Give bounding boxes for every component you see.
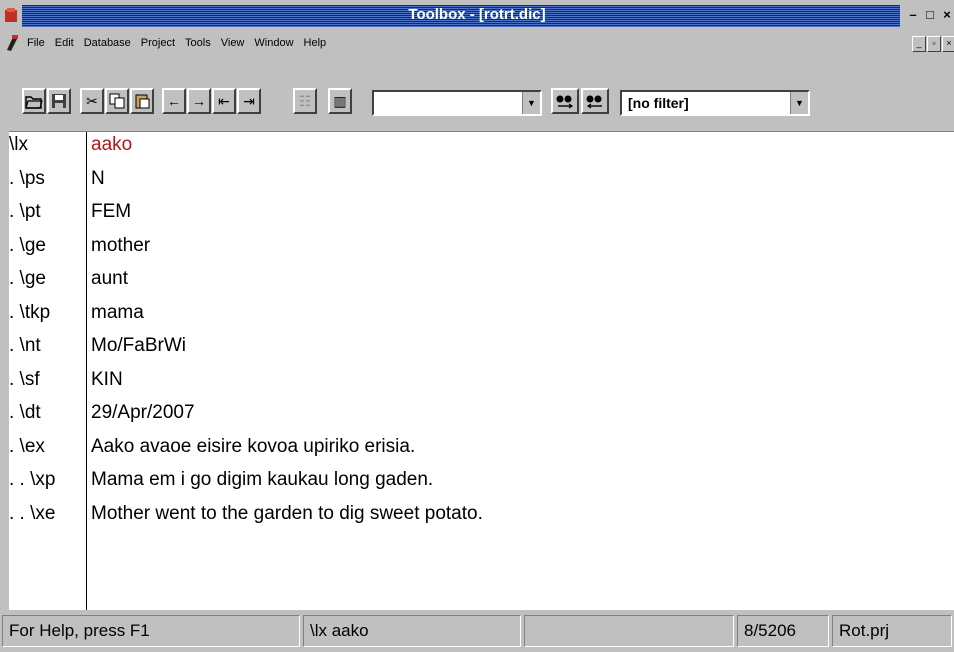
save-icon[interactable] [47,88,71,114]
status-project: Rot.prj [832,615,952,647]
field-row[interactable]: . \ge aunt [9,268,954,301]
search-combo[interactable]: ▼ [372,90,542,116]
menu-item-window[interactable]: Window [249,37,298,49]
field-row[interactable]: . \ex Aako avaoe eisire kovoa upiriko eri… [9,436,954,469]
menu-item-edit[interactable]: Edit [50,37,79,49]
field-row[interactable]: . . \xe Mother went to the garden to dig … [9,503,954,536]
find-prev-icon[interactable] [551,88,579,114]
title-bar[interactable]: Toolbox - [rotrt.dic] – □ × [0,0,954,30]
field-value[interactable]: FEM [91,201,131,223]
menu-items: File Edit Database Project Tools View Window He… [22,37,331,49]
field-marker: . \ge [9,234,46,256]
field-marker: . . \xe [9,502,56,524]
browse-view-icon[interactable]: ☷ [293,88,317,114]
doc-minimize-icon[interactable]: _ [912,36,926,52]
field-row[interactable]: . \sf KIN [9,369,954,402]
window-controls: – □ × [906,7,954,25]
doc-restore-icon[interactable]: ▫ [927,36,941,52]
field-marker: . \nt [9,335,41,356]
prev-record-icon[interactable]: ← [162,88,186,114]
field-marker: . \pt [9,201,41,222]
field-marker: \lx [9,134,28,155]
menu-item-tools[interactable]: Tools [180,37,216,49]
status-help: For Help, press F1 [2,615,300,647]
minimize-icon[interactable]: – [906,7,920,23]
record-pane[interactable]: \lx aako . \ps N . \pt FEM . \ge mother . \ge aun… [9,131,954,610]
first-record-icon[interactable]: ⇤ [212,88,236,114]
field-row[interactable]: . \pt FEM [9,201,954,234]
field-value[interactable]: KIN [91,369,123,391]
document-window-controls: _ ▫ × [912,36,954,52]
chevron-down-icon[interactable]: ▼ [790,92,808,114]
menu-item-view[interactable]: View [216,37,250,49]
last-record-icon[interactable]: ⇥ [237,88,261,114]
field-marker: . \dt [9,402,41,423]
menu-item-help[interactable]: Help [299,37,332,49]
doc-close-icon[interactable]: × [942,36,954,52]
field-value[interactable]: mama [91,302,144,324]
field-marker: . \ps [9,167,45,189]
copy-icon[interactable] [105,88,129,114]
field-value[interactable]: Mother went to the garden to dig sweet p… [91,503,483,525]
filter-combo[interactable]: [no filter] ▼ [620,90,810,116]
status-record-position: 8/5206 [737,615,829,647]
chevron-down-icon[interactable]: ▼ [522,92,540,114]
field-row[interactable]: . \dt 29/Apr/2007 [9,402,954,435]
field-row[interactable]: \lx aako [9,134,954,167]
field-value[interactable]: Mo/FaBrWi [91,335,186,357]
menu-bar: File Edit Database Project Tools View Window He… [0,33,954,55]
toolbar: ✂ ← → ⇤ ⇥ ☷ ▥ ▼ [no filter] ▼ [0,88,954,124]
menu-item-project[interactable]: Project [136,37,180,49]
field-row[interactable]: . \ps N [9,168,954,201]
field-value[interactable]: aako [91,134,132,156]
field-marker: . . \xp [9,469,56,490]
field-value[interactable]: N [91,168,105,190]
filter-value: [no filter] [628,95,689,111]
status-current-field: \lx aako [303,615,521,647]
open-icon[interactable] [22,88,46,114]
menu-item-file[interactable]: File [22,37,50,49]
maximize-icon[interactable]: □ [923,7,937,23]
field-marker: . \tkp [9,301,51,323]
field-value[interactable]: mother [91,235,150,257]
field-value[interactable]: 29/Apr/2007 [91,402,195,424]
field-marker: . \sf [9,368,40,390]
document-menu-icon[interactable] [4,34,20,52]
field-value[interactable]: Aako avaoe eisire kovoa upiriko erisia. [91,436,415,458]
columns-icon[interactable]: ▥ [328,88,352,114]
field-marker: . \ge [9,268,46,289]
close-icon[interactable]: × [940,7,954,23]
field-row[interactable]: . . \xp Mama em i go digim kaukau long ga… [9,469,954,502]
find-next-icon[interactable] [581,88,609,114]
next-record-icon[interactable]: → [187,88,211,114]
status-bar: For Help, press F1 \lx aako 8/5206 Rot.p… [0,611,954,652]
status-blank [524,615,734,647]
field-value[interactable]: aunt [91,268,128,290]
field-row[interactable]: . \nt Mo/FaBrWi [9,335,954,368]
field-value[interactable]: Mama em i go digim kaukau long gaden. [91,469,433,491]
window-title: Toolbox - [rotrt.dic] [408,6,546,23]
menu-item-database[interactable]: Database [79,37,136,49]
field-marker: . \ex [9,435,45,457]
paste-icon[interactable] [130,88,154,114]
field-row[interactable]: . \tkp mama [9,302,954,335]
cut-icon[interactable]: ✂ [80,88,104,114]
field-row[interactable]: . \ge mother [9,235,954,268]
app-window: Toolbox - [rotrt.dic] – □ × File Edit Data… [0,0,954,652]
